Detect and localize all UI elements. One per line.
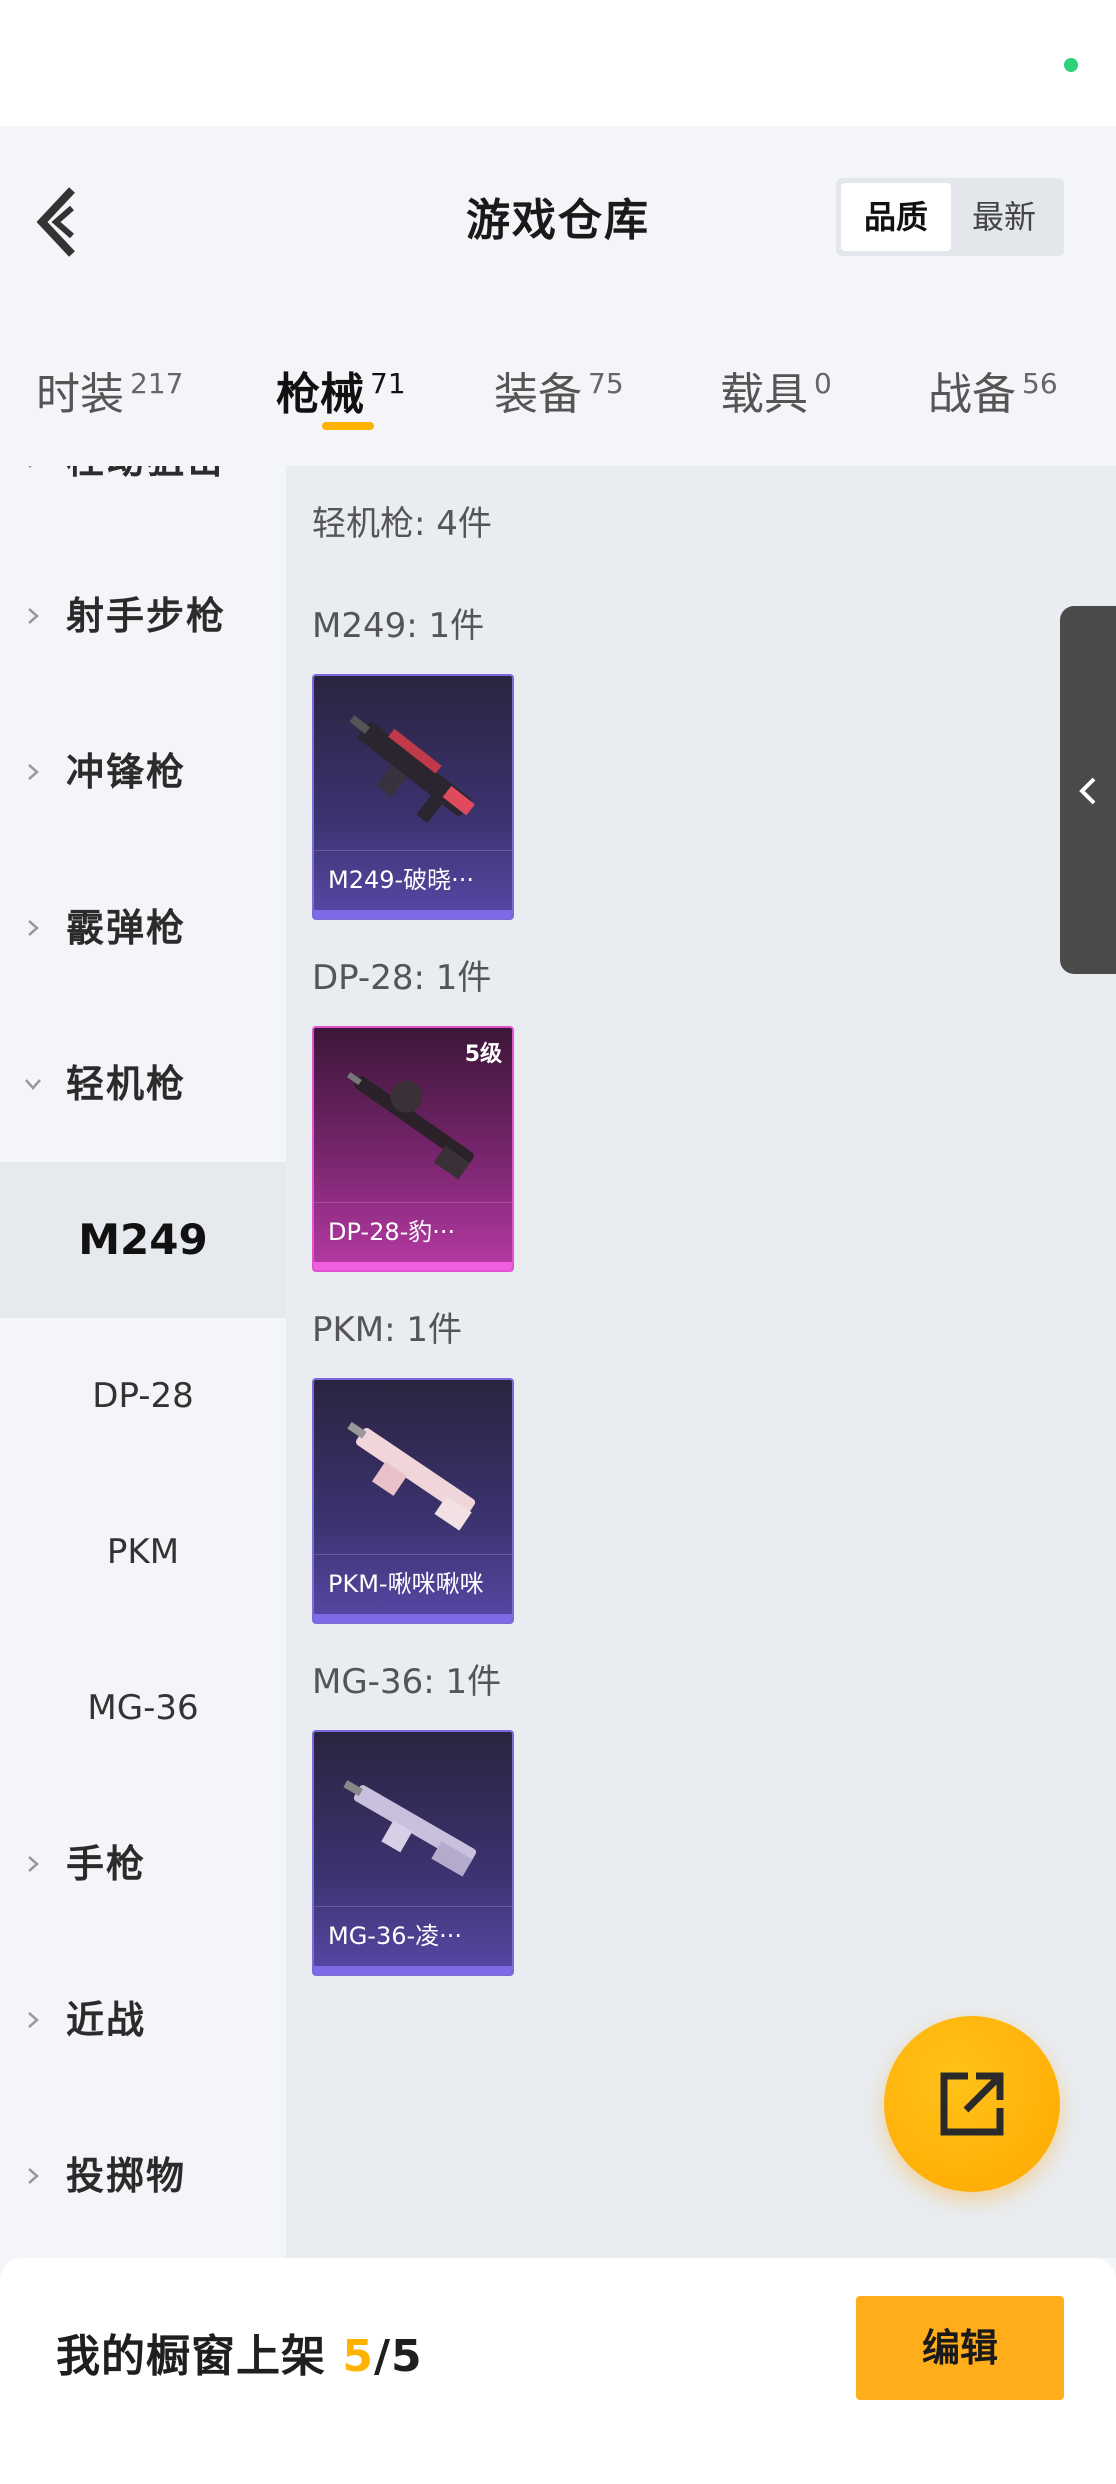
sidebar-item-melee[interactable]: 近战	[0, 1942, 286, 2098]
section-title: PKM: 1件	[312, 1310, 463, 1350]
tab-fashion[interactable]: 时装 217	[36, 358, 183, 422]
tab-count: 71	[370, 367, 406, 400]
item-card-dp28[interactable]: 5级 DP-28-豹···	[312, 1026, 514, 1272]
showcase-used-count: 5	[342, 2331, 374, 2382]
item-name: PKM-啾咪啾咪	[314, 1554, 512, 1612]
sidebar-item-pistol[interactable]: 手枪	[0, 1786, 286, 1942]
item-grid: 轻机枪: 4件 M249: 1件 M249-破晓··· DP-28: 1件 5级	[286, 466, 1116, 2258]
bottom-bar: 我的橱窗上架 5/5 编辑	[0, 2258, 1116, 2484]
chevron-down-icon	[25, 1079, 41, 1090]
sidebar-item-label: 近战	[66, 1998, 147, 2042]
showcase-label: 我的橱窗上架	[56, 2331, 343, 2382]
rarity-bar	[314, 1262, 512, 1270]
item-name: MG-36-凌···	[314, 1906, 512, 1964]
sidebar-item-throwables[interactable]: 投掷物	[0, 2098, 286, 2254]
gun-skin-image	[346, 1072, 474, 1180]
rarity-bar	[314, 1614, 512, 1622]
side-panel-handle[interactable]	[1060, 606, 1116, 974]
category-summary: 轻机枪: 4件	[312, 504, 492, 544]
status-indicator-dot	[1064, 58, 1078, 72]
showcase-status: 我的橱窗上架 5/5	[56, 2320, 423, 2384]
sidebar-item-label: 射手步枪	[66, 594, 227, 638]
sort-newest-button[interactable]: 最新	[949, 183, 1059, 251]
gun-skin-image	[349, 715, 475, 824]
sidebar-item-shotgun[interactable]: 霰弹枪	[0, 850, 286, 1006]
sidebar-subitem-pkm[interactable]: PKM	[0, 1474, 286, 1630]
gun-skin-image	[343, 1780, 477, 1877]
tab-equipment[interactable]: 装备 75	[494, 358, 624, 422]
sidebar-item-label: 投掷物	[66, 2154, 187, 2198]
sidebar-item-label: 手枪	[66, 1842, 147, 1886]
rarity-bar	[314, 1966, 512, 1974]
sidebar-subitem-dp28[interactable]: DP-28	[0, 1318, 286, 1474]
tab-guns[interactable]: 枪械 71	[276, 358, 406, 422]
section-title: MG-36: 1件	[312, 1662, 502, 1702]
sidebar-item-label: 霰弹枪	[66, 906, 187, 950]
sidebar-item-label: 冲锋枪	[66, 750, 187, 794]
tab-vehicles[interactable]: 载具 0	[720, 358, 832, 422]
tab-label: 战备	[928, 369, 1016, 420]
tab-count: 56	[1022, 367, 1058, 400]
gun-skin-image	[347, 1421, 476, 1531]
chevron-right-icon	[28, 608, 39, 624]
tab-count: 75	[588, 367, 624, 400]
sidebar-subitem-m249[interactable]: M249	[0, 1162, 286, 1318]
active-tab-indicator	[322, 422, 374, 430]
edit-button[interactable]: 编辑	[856, 2296, 1064, 2400]
sort-quality-button[interactable]: 品质	[841, 183, 951, 251]
chevron-right-icon	[28, 764, 39, 780]
status-bar	[0, 0, 1116, 126]
section-title: DP-28: 1件	[312, 958, 492, 998]
sidebar-item-lmg[interactable]: 轻机枪	[0, 1006, 286, 1162]
chevron-right-icon	[28, 1856, 39, 1872]
sort-toggle: 品质 最新	[836, 178, 1064, 256]
showcase-total-count: /5	[373, 2331, 423, 2382]
chevron-right-icon	[28, 2168, 39, 2184]
sidebar-item-smg[interactable]: 冲锋枪	[0, 694, 286, 850]
share-external-icon	[940, 2072, 1004, 2136]
tab-label: 时装	[36, 369, 124, 420]
chevron-right-icon	[28, 920, 39, 936]
tab-label: 载具	[720, 369, 808, 420]
tab-combat-gear[interactable]: 战备 56	[928, 358, 1058, 422]
tab-count: 217	[130, 367, 184, 400]
section-title: M249: 1件	[312, 606, 485, 646]
sidebar-subitem-mg36[interactable]: MG-36	[0, 1630, 286, 1786]
share-button[interactable]	[884, 2016, 1060, 2192]
item-card-mg36[interactable]: MG-36-凌···	[312, 1730, 514, 1976]
sidebar-item-label: 栓动狙击	[66, 466, 226, 538]
sidebar-item-label: 轻机枪	[66, 1062, 187, 1106]
tab-label: 装备	[494, 369, 582, 420]
collapse-handle-chevron-icon	[1079, 777, 1096, 805]
sidebar-item-bolt-action-sniper[interactable]: 栓动狙击	[0, 466, 286, 538]
chevron-right-icon	[28, 466, 33, 468]
tab-count: 0	[814, 367, 832, 400]
item-card-pkm[interactable]: PKM-啾咪啾咪	[312, 1378, 514, 1624]
item-name: M249-破晓···	[314, 850, 512, 908]
sidebar: 栓动狙击 射手步枪 冲锋枪 霰弹枪 轻机枪 M249 DP-28 PKM MG-…	[0, 466, 286, 2258]
header: 游戏仓库 品质 最新 时装 217 枪械 71 装备 75 载具 0 战备 56	[0, 126, 1116, 432]
rarity-bar	[314, 910, 512, 918]
item-name: DP-28-豹···	[314, 1202, 512, 1260]
tab-label: 枪械	[276, 369, 364, 420]
chevron-right-icon	[28, 2012, 39, 2028]
sidebar-item-marksman-rifle[interactable]: 射手步枪	[0, 538, 286, 694]
category-tabs: 时装 217 枪械 71 装备 75 载具 0 战备 56	[0, 338, 1116, 432]
item-card-m249[interactable]: M249-破晓···	[312, 674, 514, 920]
